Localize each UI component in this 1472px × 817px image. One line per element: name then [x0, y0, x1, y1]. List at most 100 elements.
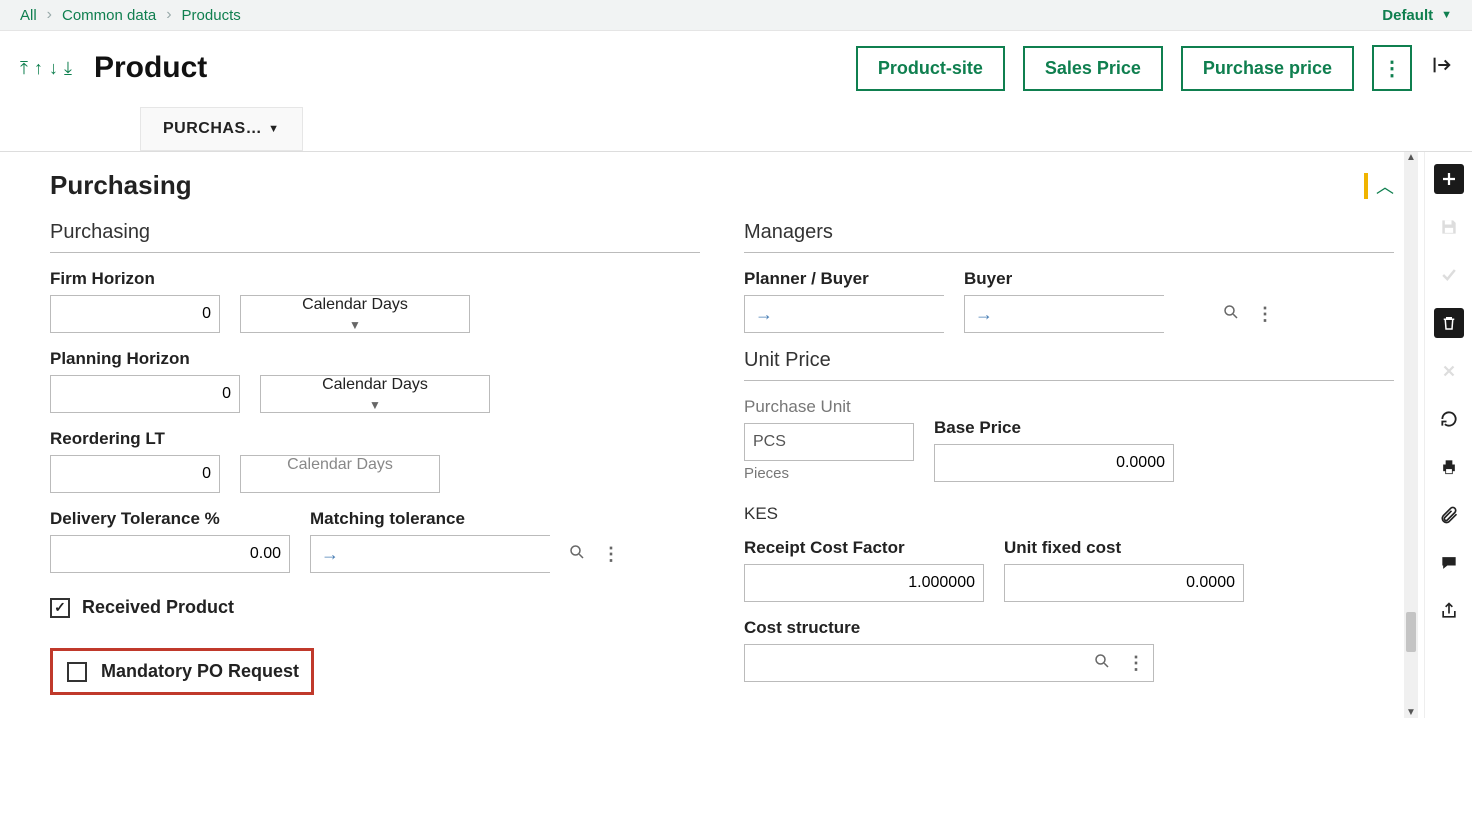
matching-tolerance-lookup[interactable]: → ⋮	[310, 535, 550, 573]
select-value: Calendar Days	[302, 296, 408, 314]
delivery-tolerance-label: Delivery Tolerance %	[50, 509, 290, 529]
product-site-button[interactable]: Product-site	[856, 46, 1005, 91]
managers-group: Managers Planner / Buyer → ⋮	[744, 221, 1394, 698]
caret-down-icon: ▼	[268, 123, 279, 135]
comment-button[interactable]	[1434, 548, 1464, 578]
planning-horizon-input[interactable]	[50, 375, 240, 413]
caret-down-icon: ▼	[349, 318, 361, 332]
cancel-button[interactable]	[1434, 356, 1464, 386]
next-record-icon[interactable]: ↓	[49, 58, 58, 79]
search-icon[interactable]	[560, 543, 594, 566]
base-price-input[interactable]	[934, 444, 1174, 482]
mandatory-po-checkbox[interactable]	[67, 662, 87, 682]
caret-down-icon: ▼	[369, 398, 381, 412]
chevron-up-icon: ︿	[1376, 173, 1394, 199]
share-button[interactable]	[1434, 596, 1464, 626]
header-area: ⤒ ↑ ↓ ⤓ Product Product-site Sales Price…	[0, 31, 1472, 152]
new-button[interactable]	[1434, 164, 1464, 194]
more-actions-button[interactable]: ⋮	[1372, 45, 1412, 91]
purchase-price-button[interactable]: Purchase price	[1181, 46, 1354, 91]
crumb-common-data[interactable]: Common data	[62, 7, 156, 24]
sales-price-button[interactable]: Sales Price	[1023, 46, 1163, 91]
received-product-checkbox[interactable]	[50, 598, 70, 618]
receipt-cost-label: Receipt Cost Factor	[744, 538, 984, 558]
currency-label: KES	[744, 504, 1394, 524]
select-value: Calendar Days	[322, 376, 428, 394]
delete-button[interactable]	[1434, 308, 1464, 338]
buyer-input[interactable]	[1003, 296, 1214, 332]
receipt-cost-input[interactable]	[744, 564, 984, 602]
validate-button[interactable]	[1434, 260, 1464, 290]
right-rail	[1424, 152, 1472, 718]
search-icon[interactable]	[1085, 652, 1119, 675]
firm-horizon-label: Firm Horizon	[50, 269, 700, 289]
view-label: Default	[1382, 7, 1433, 24]
scroll-down-icon[interactable]: ▼	[1404, 707, 1418, 718]
purchasing-group: Purchasing Firm Horizon Calendar Days ▼ …	[50, 221, 700, 698]
received-product-label: Received Product	[82, 597, 234, 618]
firm-horizon-input[interactable]	[50, 295, 220, 333]
cost-structure-input[interactable]	[745, 645, 1085, 681]
reordering-lt-unit-select: Calendar Days	[240, 455, 440, 493]
print-button[interactable]	[1434, 452, 1464, 482]
tab-purchasing[interactable]: PURCHAS… ▼	[140, 107, 303, 151]
received-product-checkbox-row[interactable]: Received Product	[50, 597, 700, 618]
group-title-managers: Managers	[744, 221, 1394, 253]
delivery-tolerance-input[interactable]	[50, 535, 290, 573]
refresh-button[interactable]	[1434, 404, 1464, 434]
vertical-dots-icon[interactable]: ⋮	[594, 544, 628, 565]
section-title: Purchasing	[50, 170, 192, 201]
planner-buyer-input[interactable]	[783, 296, 994, 332]
planner-buyer-lookup[interactable]: → ⋮	[744, 295, 944, 333]
purchase-unit-hint: Pieces	[744, 465, 914, 482]
mandatory-po-highlight: Mandatory PO Request	[50, 648, 314, 695]
cost-structure-label: Cost structure	[744, 618, 1394, 638]
matching-tolerance-label: Matching tolerance	[310, 509, 550, 529]
prev-record-icon[interactable]: ↑	[34, 58, 43, 79]
vertical-dots-icon[interactable]: ⋮	[1248, 304, 1282, 325]
save-button[interactable]	[1434, 212, 1464, 242]
first-record-icon[interactable]: ⤒	[20, 58, 28, 79]
chevron-right-icon: ›	[47, 6, 52, 24]
unit-fixed-cost-input[interactable]	[1004, 564, 1244, 602]
last-record-icon[interactable]: ⤓	[64, 58, 72, 79]
crumb-products[interactable]: Products	[182, 7, 241, 24]
search-icon[interactable]	[1214, 303, 1248, 326]
cost-structure-lookup[interactable]: ⋮	[744, 644, 1154, 682]
page-title: Product	[94, 51, 207, 85]
breadcrumb: All › Common data › Products	[20, 6, 241, 24]
exit-icon[interactable]	[1430, 54, 1452, 82]
group-title-purchasing: Purchasing	[50, 221, 700, 253]
mandatory-po-label: Mandatory PO Request	[101, 661, 299, 682]
reordering-lt-label: Reordering LT	[50, 429, 700, 449]
content-area: Purchasing ︿ Purchasing Firm Horizon Cal…	[0, 152, 1424, 718]
unit-fixed-cost-label: Unit fixed cost	[1004, 538, 1244, 558]
tab-label: PURCHAS…	[163, 120, 262, 138]
vertical-dots-icon[interactable]: ⋮	[1119, 653, 1153, 674]
scroll-thumb[interactable]	[1406, 612, 1416, 652]
scroll-up-icon[interactable]: ▲	[1404, 152, 1418, 163]
crumb-all[interactable]: All	[20, 7, 37, 24]
purchase-unit-label: Purchase Unit	[744, 397, 914, 417]
matching-tolerance-input[interactable]	[349, 536, 560, 572]
record-nav: ⤒ ↑ ↓ ⤓	[20, 58, 72, 79]
chevron-right-icon: ›	[166, 6, 171, 24]
section-collapse[interactable]: ︿	[1364, 173, 1394, 199]
goto-icon[interactable]: →	[745, 304, 783, 325]
view-selector[interactable]: Default ▼	[1382, 7, 1452, 24]
scrollbar[interactable]: ▲ ▼	[1404, 152, 1418, 718]
planning-horizon-label: Planning Horizon	[50, 349, 700, 369]
vertical-dots-icon: ⋮	[1382, 56, 1402, 81]
attachment-button[interactable]	[1434, 500, 1464, 530]
purchase-unit-input	[744, 423, 914, 461]
planning-horizon-unit-select[interactable]: Calendar Days ▼	[260, 375, 490, 413]
base-price-label: Base Price	[934, 418, 1174, 438]
select-value: Calendar Days	[287, 456, 393, 474]
caret-down-icon: ▼	[1441, 9, 1452, 21]
reordering-lt-input[interactable]	[50, 455, 220, 493]
modified-indicator-icon	[1364, 173, 1368, 199]
buyer-lookup[interactable]: → ⋮	[964, 295, 1164, 333]
goto-icon[interactable]: →	[311, 544, 349, 565]
firm-horizon-unit-select[interactable]: Calendar Days ▼	[240, 295, 470, 333]
goto-icon[interactable]: →	[965, 304, 1003, 325]
